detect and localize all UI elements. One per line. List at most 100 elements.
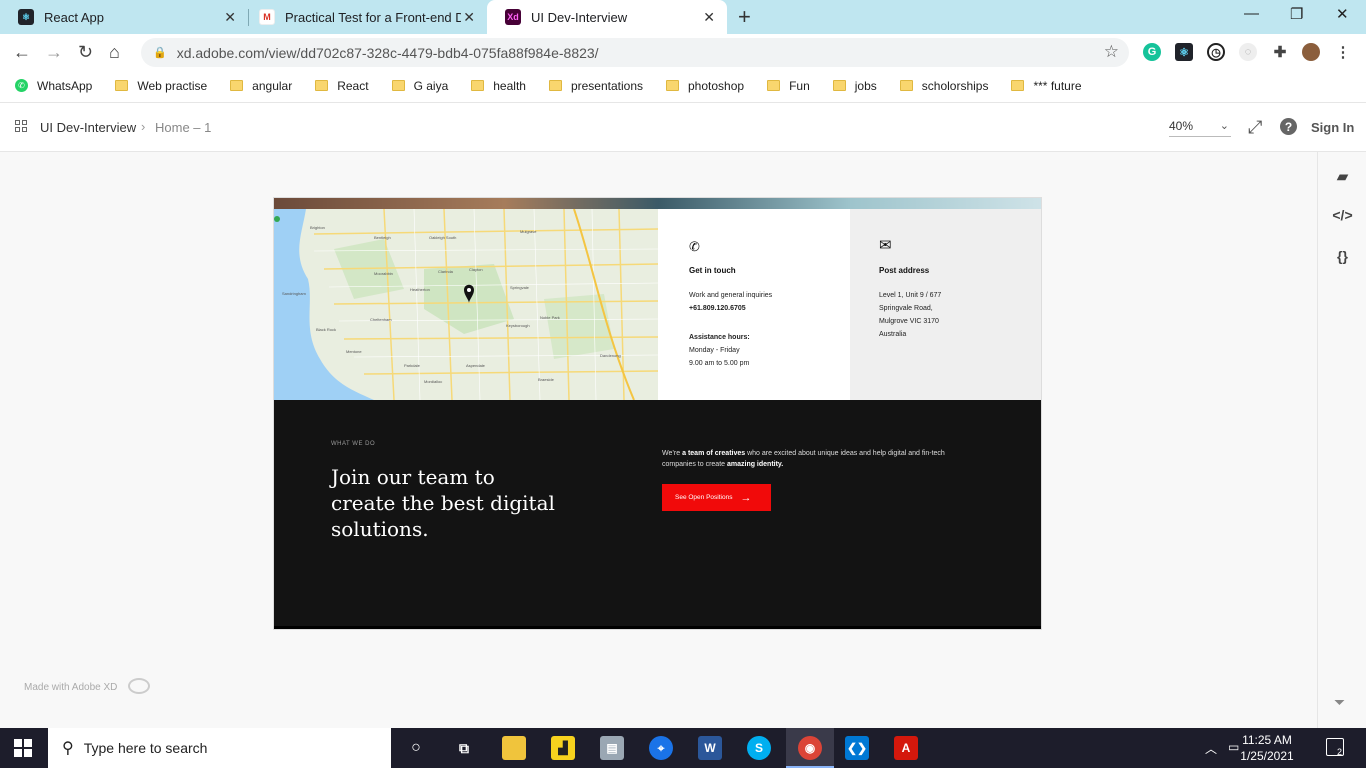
folder-icon <box>230 80 244 91</box>
whatsapp-icon: ✆ <box>15 79 28 92</box>
breadcrumb-project[interactable]: UI Dev-Interview <box>40 120 136 135</box>
tab-react-app[interactable]: ⚛ React App ✕ <box>0 0 248 34</box>
chevron-up-icon[interactable]: ︿ <box>1205 740 1217 757</box>
minimize-icon[interactable]: — <box>1244 5 1259 22</box>
new-tab-icon[interactable]: + <box>738 4 751 30</box>
zoom-select[interactable]: 40% ⌄ <box>1169 119 1231 137</box>
arrow-right-icon: → <box>740 491 752 504</box>
map-label: Sandringham <box>282 291 306 296</box>
bookmark-folder[interactable]: Fun <box>767 79 810 93</box>
comment-icon[interactable]: ▰ <box>1318 168 1366 185</box>
address-bar[interactable]: 🔒 xd.adobe.com/view/dd702c87-328c-4479-b… <box>141 38 1129 67</box>
folder-icon <box>115 80 129 91</box>
map[interactable]: Brighton Sandringham Black Rock Mentone … <box>274 209 658 400</box>
contact-card: ✆ Get in touch Work and general inquirie… <box>658 209 850 400</box>
folder-icon <box>767 80 781 91</box>
bookmark-whatsapp[interactable]: ✆ WhatsApp <box>15 79 92 93</box>
close-tab-icon[interactable]: ✕ <box>463 9 475 26</box>
maps-icon[interactable]: ⌖ <box>649 736 673 760</box>
post-heading: Post address <box>879 266 930 275</box>
bookmark-folder[interactable]: scholorships <box>899 78 989 93</box>
bookmark-folder[interactable]: presentations <box>548 79 643 93</box>
bookmark-folder[interactable]: Web practise <box>115 79 207 93</box>
map-label: Parkdale <box>404 363 420 368</box>
puzzle-icon[interactable]: ✚ <box>1271 43 1289 61</box>
forward-icon[interactable]: → <box>45 42 63 63</box>
sign-in-button[interactable]: Sign In <box>1311 120 1354 135</box>
bookmark-label: G aiya <box>413 78 449 93</box>
bookmark-folder[interactable]: jobs <box>832 79 877 93</box>
photos-icon[interactable]: ▤ <box>600 736 624 760</box>
bookmark-folder[interactable]: photoshop <box>666 79 744 93</box>
tab-strip: ⚛ React App ✕ M Practical Test for a Fro… <box>0 0 1366 34</box>
chrome-icon[interactable]: ◉ <box>798 736 822 760</box>
bookmark-folder[interactable]: React <box>315 79 369 93</box>
tab-ui-dev-interview[interactable]: Xd UI Dev-Interview ✕ <box>487 0 727 34</box>
chevron-down-icon: ⌄ <box>1219 120 1229 132</box>
hours-label: Assistance hours: <box>689 334 750 341</box>
bookmark-folder[interactable]: G aiya <box>391 78 449 93</box>
map-label: Mulgrave <box>520 229 537 234</box>
taskbar-clock[interactable]: 11:25 AM 1/25/2021 <box>1228 732 1306 764</box>
react-devtools-icon[interactable]: ⚛ <box>1175 43 1193 61</box>
search-placeholder: Type here to search <box>83 740 208 756</box>
bookmark-label: scholorships <box>921 78 989 93</box>
reload-icon[interactable]: ↻ <box>78 42 93 63</box>
extension-icon[interactable]: ◌ <box>1239 43 1257 61</box>
fullscreen-icon[interactable]: ⤢ <box>1248 117 1262 138</box>
phone-number[interactable]: +61.809.120.6705 <box>689 304 746 313</box>
windows-start-icon[interactable] <box>14 739 32 757</box>
task-view-icon[interactable]: ⧉ <box>452 736 476 760</box>
tab-gmail[interactable]: M Practical Test for a Front-end Dev ✕ <box>241 0 487 34</box>
variables-icon[interactable]: {} <box>1318 248 1366 264</box>
breadcrumb-page[interactable]: Home – 1 <box>155 120 211 135</box>
sticky-notes-icon[interactable]: ▟ <box>551 736 575 760</box>
hero-image-strip <box>274 198 1041 209</box>
menu-icon[interactable]: ⋮ <box>1334 43 1352 61</box>
close-tab-icon[interactable]: ✕ <box>703 9 715 26</box>
home-icon[interactable]: ⌂ <box>109 42 120 63</box>
phone-icon: ✆ <box>689 239 700 254</box>
code-icon[interactable]: </> <box>1318 207 1366 223</box>
map-label: Keysborough <box>506 323 530 328</box>
skype-icon[interactable]: S <box>747 736 771 760</box>
address-line: Level 1, Unit 9 / 677 <box>879 292 942 299</box>
bookmark-label: Web practise <box>137 78 208 93</box>
acrobat-icon[interactable]: A <box>894 736 918 760</box>
help-icon[interactable]: ? <box>1280 118 1297 135</box>
vscode-icon[interactable]: ❮❯ <box>845 736 869 760</box>
see-open-positions-button[interactable]: See Open Positions → <box>662 484 771 511</box>
map-label: Clayton <box>469 267 483 272</box>
profile-avatar[interactable] <box>1302 43 1320 61</box>
map-label: Brighton <box>310 225 325 230</box>
timer-icon[interactable]: ◷ <box>1207 43 1225 61</box>
url-text: xd.adobe.com/view/dd702c87-328c-4479-bdb… <box>176 44 599 61</box>
address-line: Australia <box>879 331 907 338</box>
taskbar-search[interactable]: ⚲ Type here to search <box>48 728 391 768</box>
bookmark-star-icon[interactable]: ☆ <box>1104 42 1119 62</box>
bookmark-folder[interactable]: *** future <box>1011 79 1082 93</box>
zoom-value: 40% <box>1169 119 1194 133</box>
cortana-icon[interactable]: ○ <box>404 736 428 760</box>
bookmark-label: Fun <box>789 78 810 93</box>
grid-view-icon[interactable] <box>15 120 28 133</box>
made-with-xd-label[interactable]: Made with Adobe XD <box>24 682 117 693</box>
windows-taskbar: ⚲ Type here to search ○ ⧉ ▟ ▤ ⌖ W S ◉ ❮❯… <box>0 728 1366 768</box>
bookmark-folder[interactable]: angular <box>230 79 292 93</box>
bookmark-label: health <box>493 78 526 93</box>
grammarly-icon[interactable]: G <box>1143 43 1161 61</box>
map-label: Heatherton <box>410 287 430 292</box>
map-label: Black Rock <box>316 327 337 332</box>
map-label: Aspendale <box>466 363 485 368</box>
filter-icon[interactable]: ⏷ <box>1334 694 1345 711</box>
file-explorer-icon[interactable] <box>502 736 526 760</box>
map-label: Oakleigh South <box>429 235 457 240</box>
word-icon[interactable]: W <box>698 736 722 760</box>
close-window-icon[interactable]: ✕ <box>1336 5 1349 23</box>
notification-center-icon[interactable]: 2 <box>1326 738 1344 757</box>
bookmark-folder[interactable]: health <box>471 79 526 93</box>
close-tab-icon[interactable]: ✕ <box>224 9 236 26</box>
restore-icon[interactable]: ❐ <box>1290 5 1303 23</box>
back-icon[interactable]: ← <box>13 42 31 63</box>
work-inquiries-label: Work and general inquiries <box>689 292 773 299</box>
